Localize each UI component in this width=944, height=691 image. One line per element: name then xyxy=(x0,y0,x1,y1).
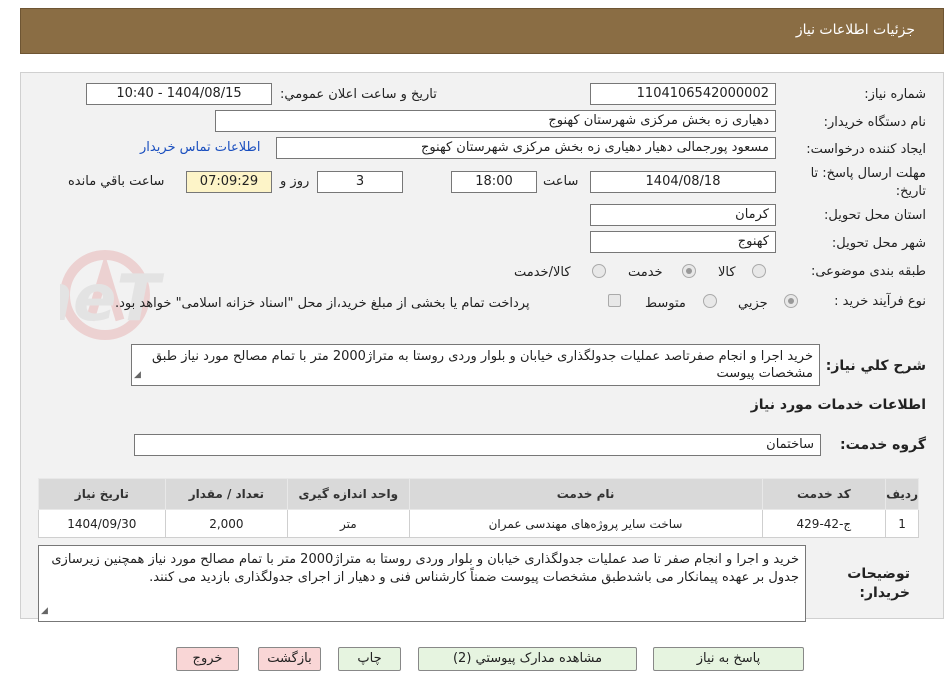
city-label: شهر محل تحويل: xyxy=(831,236,926,251)
description-label: شرح کلي نياز: xyxy=(825,358,926,374)
city-field: کهنوج xyxy=(590,231,776,253)
cell-service-name: ساخت سایر پروژه‌های مهندسی عمران xyxy=(408,509,763,538)
process-option-medium: متوسط xyxy=(645,296,686,311)
category-radio-goods[interactable] xyxy=(752,264,766,278)
cell-row-no: 1 xyxy=(885,509,919,538)
cell-need-date: 1404/09/30 xyxy=(38,509,166,538)
deadline-time-label: ساعت xyxy=(543,174,579,189)
buyer-notes-label: توضیحات xyxy=(847,566,910,582)
cell-service-code: ج-42-429 xyxy=(761,509,887,538)
page-header: جزئیات اطلاعات نیاز xyxy=(20,8,944,54)
category-radio-goods-service[interactable] xyxy=(592,264,606,278)
table-row: 1 ج-42-429 ساخت سایر پروژه‌های مهندسی عم… xyxy=(38,509,919,538)
treasury-checkbox[interactable] xyxy=(608,294,621,307)
days-field: 3 xyxy=(317,171,403,193)
deadline-time-field: 18:00 xyxy=(451,171,537,193)
description-field: خرید اجرا و انجام صفرتاصد عملیات جدولگذا… xyxy=(131,344,820,386)
deadline-label: مهلت ارسال پاسخ: تا xyxy=(810,166,926,181)
resize-grip-icon[interactable]: ◢ xyxy=(41,602,48,620)
category-option-goods-service: کالا/خدمت xyxy=(514,265,571,280)
col-header-need-date: تاریخ نیاز xyxy=(38,478,166,510)
reply-button[interactable]: پاسخ به نياز xyxy=(653,647,804,671)
buyer-org-label: نام دستگاه خريدار: xyxy=(823,115,926,130)
requester-field: مسعود پورجمالی دهیار دهیاری زه بخش مرکزی… xyxy=(276,137,776,159)
process-label: نوع فرآیند خرید : xyxy=(834,294,926,309)
exit-button[interactable]: خروج xyxy=(176,647,239,671)
category-option-service: خدمت xyxy=(628,265,663,280)
cell-unit: متر xyxy=(287,509,410,538)
col-header-unit: واحد اندازه گیری xyxy=(287,478,410,510)
treasury-note: پرداخت تمام یا بخشی از مبلغ خرید،از محل … xyxy=(115,296,530,311)
announce-label: تاریخ و ساعت اعلان عمومي: xyxy=(280,87,437,102)
service-group-field: ساختمان xyxy=(134,434,821,456)
col-header-service-code: کد خدمت xyxy=(761,478,887,510)
buyer-notes-field: خرید و اجرا و انجام صفر تا صد عملیات جدو… xyxy=(38,545,806,622)
services-title: اطلاعات خدمات مورد نياز xyxy=(750,397,926,413)
buyer-notes-label-2: خریدار: xyxy=(859,585,910,601)
process-option-minor: جزيي xyxy=(738,296,768,311)
category-radio-service[interactable] xyxy=(682,264,696,278)
category-option-goods: کالا xyxy=(718,265,736,280)
buyer-contact-link[interactable]: اطلاعات تماس خریدار xyxy=(140,140,260,155)
deadline-label-2: تاریخ: xyxy=(895,184,926,199)
services-table: رديف کد خدمت نام خدمت واحد اندازه گیری ت… xyxy=(38,478,919,538)
print-button[interactable]: چاپ xyxy=(338,647,401,671)
process-radio-medium[interactable] xyxy=(703,294,717,308)
process-radio-minor[interactable] xyxy=(784,294,798,308)
buyer-org-field: دهیاری زه بخش مرکزی شهرستان کهنوج xyxy=(215,110,776,132)
announce-field: 1404/08/15 - 10:40 xyxy=(86,83,272,105)
province-field: کرمان xyxy=(590,204,776,226)
table-header-row: رديف کد خدمت نام خدمت واحد اندازه گیری ت… xyxy=(38,478,919,510)
buyer-notes-text: خرید و اجرا و انجام صفر تا صد عملیات جدو… xyxy=(51,552,799,585)
description-text: خرید اجرا و انجام صفرتاصد عملیات جدولگذا… xyxy=(151,349,813,381)
category-label: طبقه بندی موضوعی: xyxy=(810,264,926,279)
requester-label: ايجاد کننده درخواست: xyxy=(806,142,926,157)
service-group-label: گروه خدمت: xyxy=(840,437,926,453)
remaining-time-field: 07:09:29 xyxy=(186,171,272,193)
cell-quantity: 2,000 xyxy=(164,509,289,538)
days-label: روز و xyxy=(280,174,310,189)
page-title: جزئیات اطلاعات نیاز xyxy=(795,22,915,38)
remaining-label: ساعت باقي مانده xyxy=(68,174,165,189)
resize-grip-icon[interactable]: ◢ xyxy=(134,367,141,384)
view-attachments-button[interactable]: مشاهده مدارک پيوستي (2) xyxy=(418,647,637,671)
deadline-date-field: 1404/08/18 xyxy=(590,171,776,193)
need-number-field: 1104106542000002 xyxy=(590,83,776,105)
province-label: استان محل تحويل: xyxy=(824,208,926,223)
need-number-label: شماره نیاز: xyxy=(864,87,926,102)
col-header-quantity: تعداد / مقدار xyxy=(164,478,289,510)
col-header-row-no: رديف xyxy=(885,478,919,510)
back-button[interactable]: بازگشت xyxy=(258,647,321,671)
col-header-service-name: نام خدمت xyxy=(408,478,763,510)
